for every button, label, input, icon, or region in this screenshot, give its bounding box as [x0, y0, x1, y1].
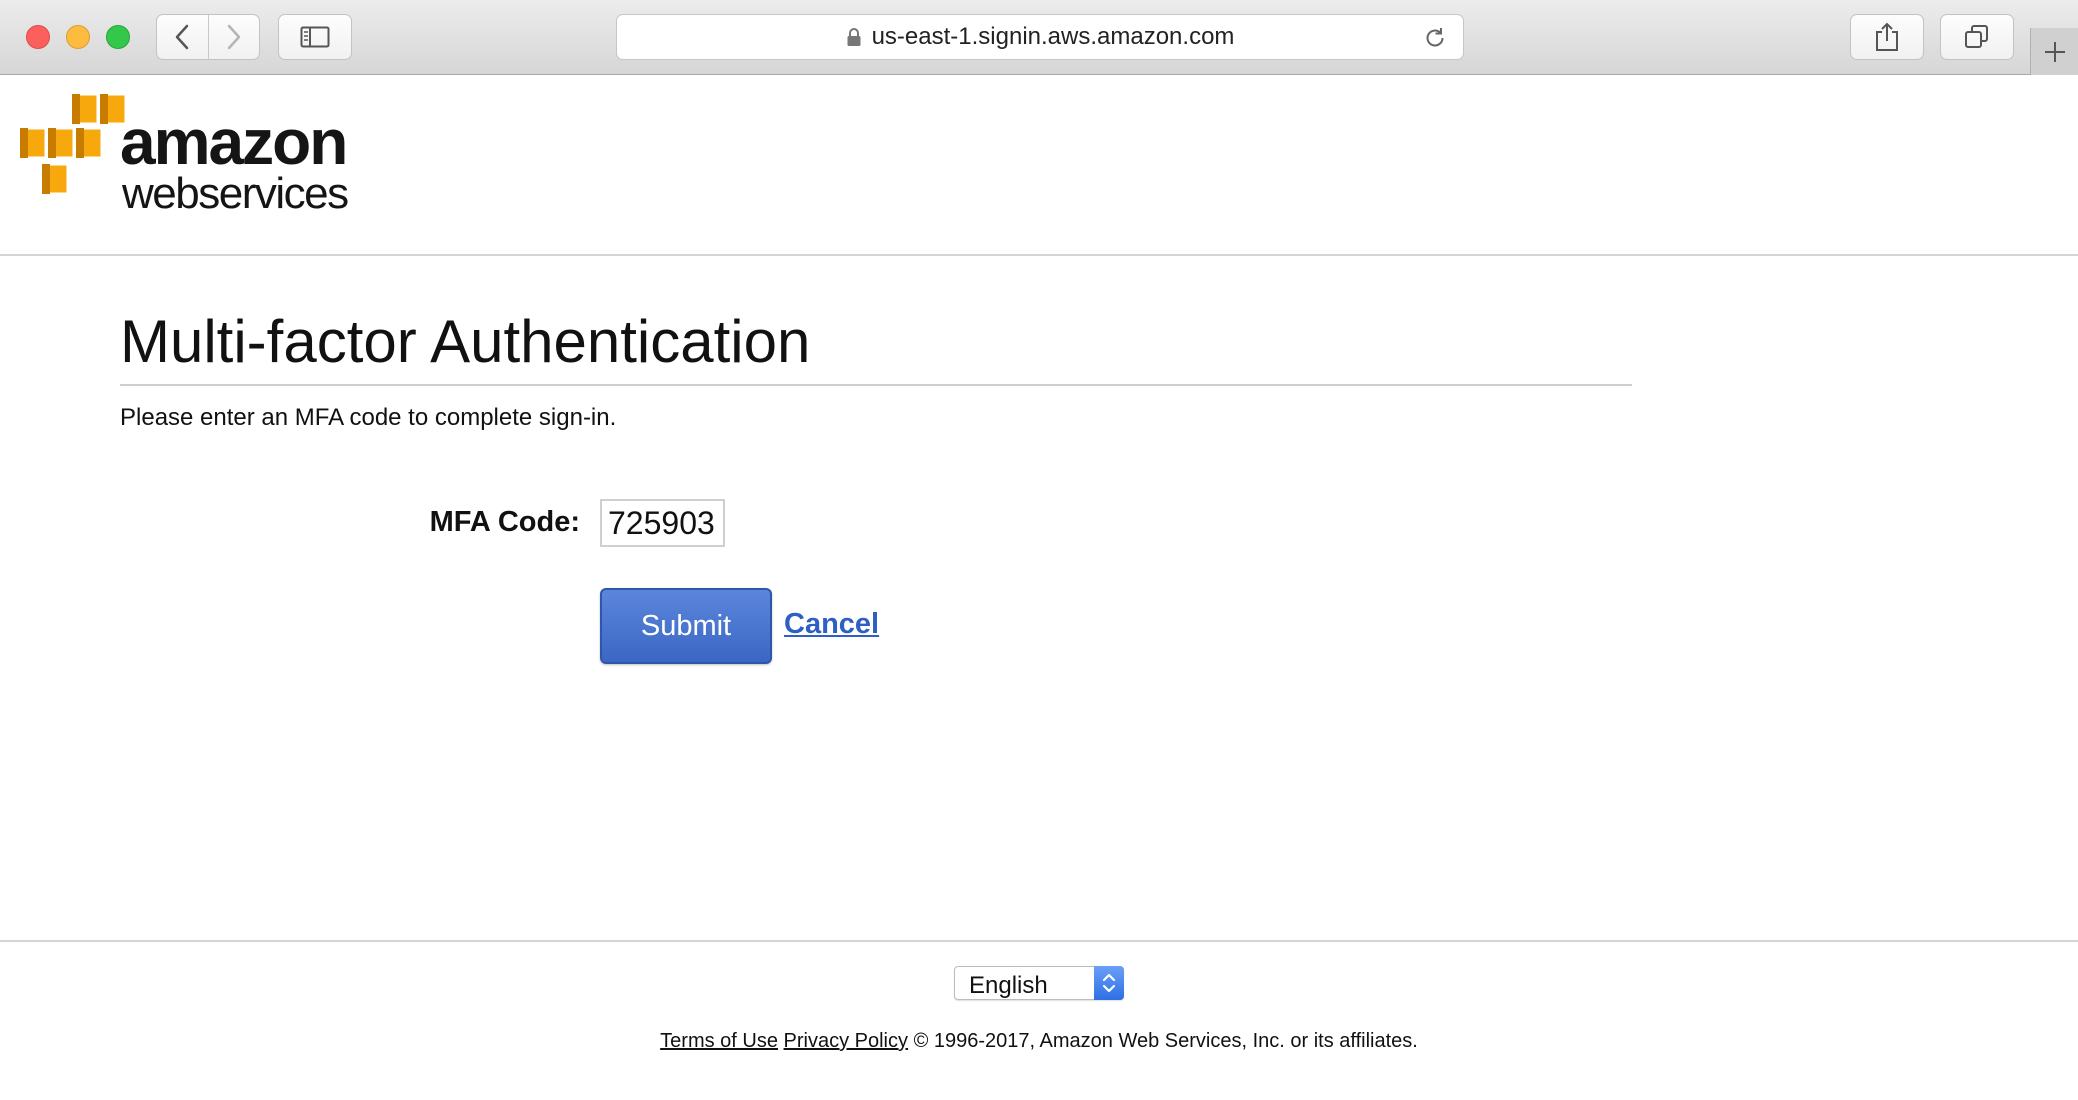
forward-button[interactable] — [207, 15, 259, 59]
footer-links: Terms of Use Privacy Policy © 1996-2017,… — [0, 1030, 2078, 1053]
language-select[interactable]: English — [954, 966, 1124, 1000]
browser-toolbar: us-east-1.signin.aws.amazon.com — [0, 0, 2078, 75]
logo-amazon-text: amazon — [120, 106, 348, 178]
submit-button[interactable]: Submit — [600, 588, 772, 664]
mfa-code-label: MFA Code: — [429, 506, 580, 538]
language-select-value: English — [969, 972, 1048, 999]
reload-icon[interactable] — [1423, 26, 1447, 55]
aws-logo[interactable]: amazon webservices — [20, 92, 360, 232]
terms-of-use-link[interactable]: Terms of Use — [660, 1030, 778, 1052]
plus-icon — [2044, 41, 2065, 62]
select-stepper-icon — [1094, 966, 1124, 1000]
chevron-left-icon — [176, 24, 189, 50]
aws-cubes-icon — [20, 92, 128, 196]
copyright-text: © 1996-2017, Amazon Web Services, Inc. o… — [913, 1030, 1418, 1052]
sidebar-icon — [300, 26, 330, 48]
new-tab-button[interactable] — [2030, 28, 2078, 75]
logo-webservices-text: webservices — [122, 169, 349, 218]
url-text: us-east-1.signin.aws.amazon.com — [871, 23, 1235, 50]
show-tabs-button[interactable] — [1940, 14, 2014, 60]
privacy-policy-link[interactable]: Privacy Policy — [784, 1030, 908, 1052]
page-subtitle: Please enter an MFA code to complete sig… — [120, 404, 617, 431]
lock-icon — [846, 27, 862, 47]
sidebar-toggle-button[interactable] — [278, 14, 352, 60]
address-bar[interactable]: us-east-1.signin.aws.amazon.com — [616, 14, 1464, 60]
chevron-right-icon — [227, 24, 241, 50]
page-header: amazon webservices — [0, 76, 2078, 256]
history-nav — [156, 14, 260, 60]
footer-divider — [0, 940, 2078, 942]
window-zoom-button[interactable] — [106, 25, 130, 49]
window-close-button[interactable] — [26, 25, 50, 49]
tabs-overview-icon — [1965, 25, 1988, 48]
share-icon — [1876, 22, 1898, 51]
page-title: Multi-factor Authentication — [120, 312, 1632, 386]
back-button[interactable] — [157, 15, 208, 59]
window-minimize-button[interactable] — [66, 25, 90, 49]
share-button[interactable] — [1850, 14, 1924, 60]
cancel-link[interactable]: Cancel — [784, 608, 879, 641]
mfa-code-input[interactable] — [600, 499, 725, 547]
